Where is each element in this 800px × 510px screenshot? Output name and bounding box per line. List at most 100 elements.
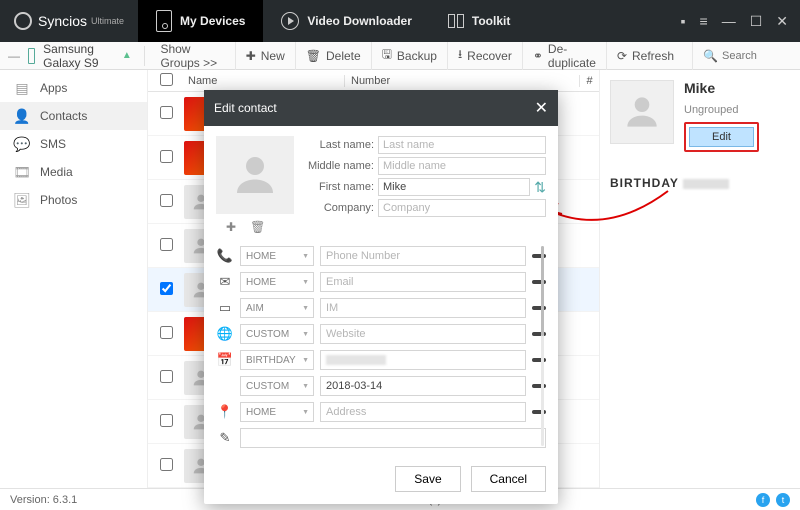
sidebar: ▤ Apps 👤Contacts 💬 SMS 🎞Media 🖼Photos xyxy=(0,70,148,488)
sidebar-item-apps[interactable]: ▤ Apps xyxy=(0,74,147,102)
im-input[interactable] xyxy=(320,298,526,318)
save-button[interactable]: Save xyxy=(395,466,460,492)
contact-avatar xyxy=(610,80,674,144)
recover-button[interactable]: ⭳Recover xyxy=(447,42,522,70)
contact-detail-panel: Mike Ungrouped Edit BIRTHDAY xyxy=(600,70,800,488)
email-type-select[interactable]: HOME xyxy=(240,272,314,292)
row-checkbox[interactable] xyxy=(160,150,173,163)
row-checkbox[interactable] xyxy=(160,414,173,427)
col-name[interactable]: Name xyxy=(184,75,344,87)
app-name: Syncios xyxy=(38,13,87,29)
delete-photo-icon[interactable]: 🗑 xyxy=(250,220,265,234)
sidebar-item-contacts[interactable]: 👤Contacts xyxy=(0,102,147,130)
middle-name-input[interactable] xyxy=(378,157,546,175)
edit-button[interactable]: Edit xyxy=(689,127,754,147)
date-type-select[interactable]: BIRTHDAY xyxy=(240,350,314,370)
add-photo-icon[interactable]: ✚ xyxy=(226,220,236,234)
website-type-select[interactable]: CUSTOM xyxy=(240,324,314,344)
middle-name-label: Middle name: xyxy=(304,160,378,172)
location-icon: 📍 xyxy=(216,404,234,420)
company-input[interactable] xyxy=(378,199,546,217)
sidebar-item-label: Media xyxy=(40,165,73,179)
swap-names-icon[interactable]: ⇅ xyxy=(534,179,546,196)
cancel-button[interactable]: Cancel xyxy=(471,466,546,492)
window-controls: ▪ ≡ — ☐ ✕ xyxy=(669,13,800,30)
nav-label: Toolkit xyxy=(472,14,510,28)
sidebar-item-sms[interactable]: 💬 SMS xyxy=(0,130,147,158)
backup-icon: 🖫 xyxy=(382,45,392,66)
sidebar-item-label: SMS xyxy=(40,137,66,151)
col-hash[interactable]: # xyxy=(579,75,599,87)
address-type-select[interactable]: HOME xyxy=(240,402,314,422)
row-checkbox[interactable] xyxy=(160,106,173,119)
close-icon[interactable]: ✕ xyxy=(776,13,788,30)
delete-button[interactable]: 🗑Delete xyxy=(295,42,371,70)
custom-date-input[interactable] xyxy=(320,376,526,396)
phone-input[interactable] xyxy=(320,246,526,266)
notification-icon[interactable]: ▪ xyxy=(681,13,686,30)
action-toolbar: ✚New 🗑Delete 🖫Backup ⭳Recover ⚭De-duplic… xyxy=(235,42,684,70)
last-name-label: Last name: xyxy=(304,139,378,151)
device-icon xyxy=(28,48,35,64)
first-name-input[interactable] xyxy=(378,178,530,196)
im-type-select[interactable]: AIM xyxy=(240,298,314,318)
sidebar-item-label: Apps xyxy=(40,81,67,95)
address-input[interactable] xyxy=(320,402,526,422)
sidebar-item-media[interactable]: 🎞Media xyxy=(0,158,147,186)
sidebar-item-photos[interactable]: 🖼Photos xyxy=(0,186,147,214)
twitter-icon[interactable]: t xyxy=(776,493,790,507)
date-type-select[interactable]: CUSTOM xyxy=(240,376,314,396)
search-box[interactable]: 🔍 xyxy=(692,42,792,70)
nav-video-downloader[interactable]: Video Downloader xyxy=(263,0,429,42)
col-number[interactable]: Number xyxy=(344,75,579,87)
play-icon xyxy=(281,12,299,30)
trash-icon: 🗑 xyxy=(306,49,321,63)
phone-icon xyxy=(156,10,172,32)
backup-button[interactable]: 🖫Backup xyxy=(371,42,447,70)
device-name[interactable]: Samsung Galaxy S9 xyxy=(43,42,114,70)
refresh-button[interactable]: ⟳Refresh xyxy=(606,42,684,70)
row-checkbox[interactable] xyxy=(160,282,173,295)
toolkit-icon xyxy=(448,14,464,28)
minimize-icon[interactable]: — xyxy=(722,13,736,30)
menu-icon[interactable]: ≡ xyxy=(700,13,708,30)
collapse-icon[interactable]: — xyxy=(8,49,20,63)
contact-name: Mike xyxy=(684,80,759,96)
photos-icon: 🖼 xyxy=(14,192,30,208)
row-checkbox[interactable] xyxy=(160,326,173,339)
maximize-icon[interactable]: ☐ xyxy=(750,13,763,30)
device-dropdown-icon[interactable]: ▲ xyxy=(122,50,132,61)
list-header: Name Number # xyxy=(148,70,599,92)
search-input[interactable] xyxy=(722,50,782,62)
show-groups-button[interactable]: Show Groups >> xyxy=(152,42,226,70)
facebook-icon[interactable]: f xyxy=(756,493,770,507)
row-checkbox[interactable] xyxy=(160,194,173,207)
nav-toolkit[interactable]: Toolkit xyxy=(430,0,528,42)
phone-icon: 📞 xyxy=(216,248,234,264)
apps-icon: ▤ xyxy=(14,80,30,96)
dedupe-button[interactable]: ⚭De-duplicate xyxy=(522,42,606,70)
scrollbar-thumb[interactable] xyxy=(541,246,544,336)
row-checkbox[interactable] xyxy=(160,370,173,383)
nav-my-devices[interactable]: My Devices xyxy=(138,0,263,42)
logo-icon xyxy=(14,12,32,30)
close-icon[interactable]: ✕ xyxy=(535,98,548,118)
date-value-redacted xyxy=(326,355,386,365)
website-input[interactable] xyxy=(320,324,526,344)
new-button[interactable]: ✚New xyxy=(235,42,295,70)
device-toolbar: — Samsung Galaxy S9 ▲ Show Groups >> ✚Ne… xyxy=(0,42,800,70)
select-all-checkbox[interactable] xyxy=(160,73,173,86)
edit-avatar[interactable] xyxy=(216,136,294,214)
last-name-input[interactable] xyxy=(378,136,546,154)
note-input[interactable] xyxy=(240,428,546,448)
globe-icon: 🌐 xyxy=(216,326,234,342)
sms-icon: 💬 xyxy=(14,136,30,152)
email-input[interactable] xyxy=(320,272,526,292)
company-label: Company: xyxy=(304,202,378,214)
phone-type-select[interactable]: HOME xyxy=(240,246,314,266)
row-checkbox[interactable] xyxy=(160,238,173,251)
birthday-input[interactable] xyxy=(320,350,526,370)
row-checkbox[interactable] xyxy=(160,458,173,471)
email-icon: ✉ xyxy=(216,274,234,290)
birthday-value-redacted xyxy=(683,179,729,189)
